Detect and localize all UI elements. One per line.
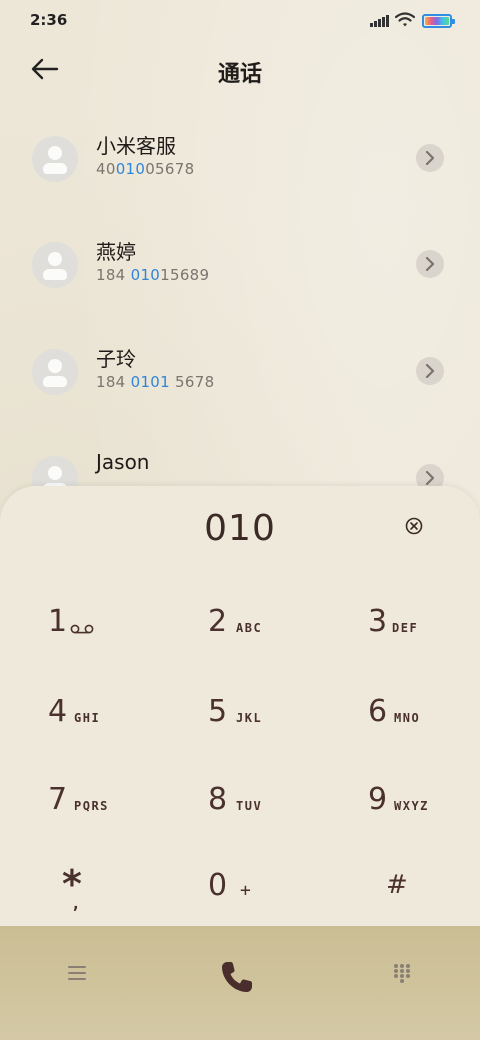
chevron-right-icon[interactable] <box>416 357 444 385</box>
key-3[interactable]: 3 DEF <box>368 604 480 674</box>
contact-name: 燕婷 <box>96 240 136 264</box>
voicemail-icon <box>70 624 94 634</box>
bottom-nav <box>0 926 480 1040</box>
wifi-icon <box>395 12 415 27</box>
phone-icon[interactable] <box>218 958 256 996</box>
menu-icon[interactable] <box>68 966 88 982</box>
key-digit: 8 <box>208 782 228 817</box>
status-time: 2:36 <box>30 11 68 29</box>
signal-icon <box>370 14 390 27</box>
key-7[interactable]: 7 PQRS <box>48 782 188 852</box>
key-digit: # <box>386 870 408 900</box>
key-letters: TUV <box>236 799 263 813</box>
key-2[interactable]: 2 ABC <box>208 604 348 674</box>
key-digit: 3 <box>368 604 388 639</box>
key-digit: 5 <box>208 694 228 729</box>
contact-name: 子玲 <box>96 347 136 371</box>
key-9[interactable]: 9 WXYZ <box>368 782 480 852</box>
contact-item[interactable]: 燕婷 184 01015689 <box>0 240 480 334</box>
keypad-icon[interactable] <box>394 964 412 984</box>
key-digit: 6 <box>368 694 388 729</box>
contact-number: 4001005678 <box>96 160 195 178</box>
key-5[interactable]: 5 JKL <box>208 694 348 764</box>
key-6[interactable]: 6 MNO <box>368 694 480 764</box>
chevron-right-icon[interactable] <box>416 250 444 278</box>
clear-circle-x-icon[interactable] <box>404 516 424 536</box>
key-letters: PQRS <box>74 799 109 813</box>
chevron-right-icon[interactable] <box>416 144 444 172</box>
page-title: 通话 <box>217 62 262 87</box>
key-letters: GHI <box>74 711 101 725</box>
contact-number: 184 0101 5678 <box>96 373 215 391</box>
key-digit: 1 <box>48 604 68 639</box>
dialer-panel: 010 1 2 ABC 3 DEF 4 GHI 5 JKL 6 MNO 7 PQ… <box>0 486 480 926</box>
key-digit: 9 <box>368 782 388 817</box>
key-1[interactable]: 1 <box>48 604 188 674</box>
key-4[interactable]: 4 GHI <box>48 694 188 764</box>
contact-number: 184 01015689 <box>96 266 210 284</box>
status-bar: 2:36 <box>0 0 480 40</box>
key-digit: 0 <box>208 868 228 903</box>
contact-name: 小米客服 <box>96 134 176 158</box>
key-digit: 4 <box>48 694 68 729</box>
key-letters: DEF <box>392 621 419 635</box>
key-letters: ABC <box>236 621 263 635</box>
key-digit: 2 <box>208 604 228 639</box>
avatar <box>32 242 78 288</box>
contact-item[interactable]: 子玲 184 0101 5678 <box>0 347 480 441</box>
contact-name: Jason <box>96 450 150 474</box>
key-digit: 7 <box>48 782 68 817</box>
contact-item[interactable]: 小米客服 4001005678 <box>0 134 480 228</box>
key-letters: , <box>71 894 83 913</box>
avatar <box>32 136 78 182</box>
avatar <box>32 349 78 395</box>
key-8[interactable]: 8 TUV <box>208 782 348 852</box>
key-letters: WXYZ <box>394 799 429 813</box>
battery-icon <box>422 14 455 28</box>
key-letters: + <box>240 880 253 901</box>
key-letters: MNO <box>394 711 421 725</box>
key-letters: JKL <box>236 711 263 725</box>
